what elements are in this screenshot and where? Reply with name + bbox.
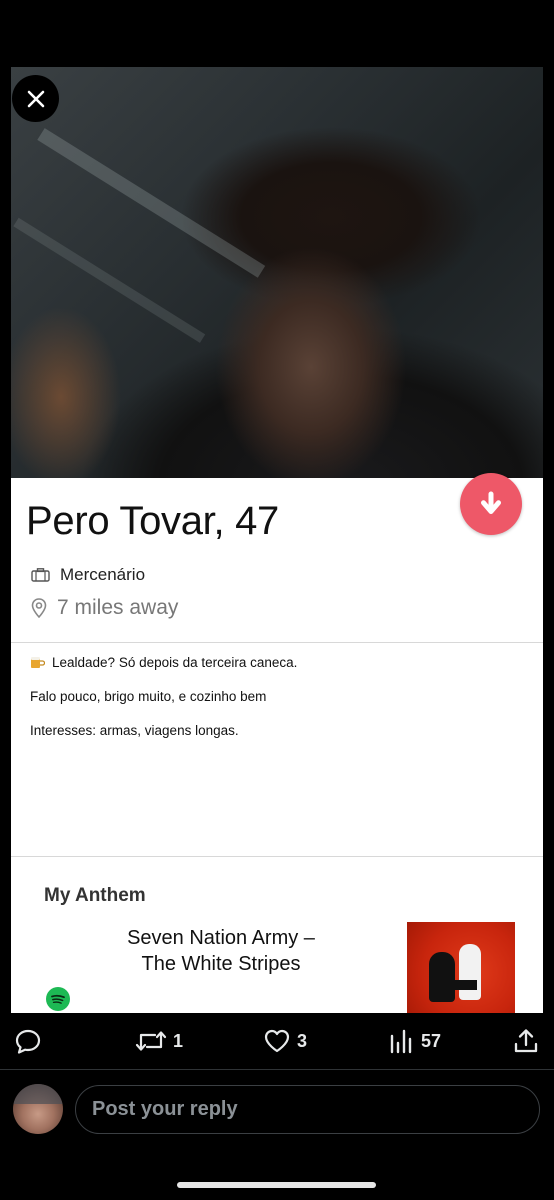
views-button[interactable]: 57 xyxy=(389,1027,441,1055)
job-label: Mercenário xyxy=(60,565,146,584)
song-title: Seven Nation Army – xyxy=(127,927,315,949)
repost-count: 1 xyxy=(173,1030,184,1051)
album-cover xyxy=(407,922,515,1013)
song-artist: The White Stripes xyxy=(141,953,301,975)
bio-line: Falo pouco, brigo muito, e cozinho bem xyxy=(30,689,266,704)
expand-down-button[interactable] xyxy=(460,473,522,535)
profile-card-image: Pero Tovar, 47 Mercenário 7 miles away L… xyxy=(11,67,543,1013)
location-pin-icon xyxy=(31,598,47,618)
repost-icon xyxy=(135,1031,167,1051)
share-button[interactable] xyxy=(512,1027,540,1055)
divider xyxy=(11,856,543,857)
like-button[interactable]: 3 xyxy=(263,1027,307,1055)
spotify-icon xyxy=(46,987,70,1011)
anthem-song: Seven Nation Army – The White Stripes xyxy=(99,925,343,977)
reply-input[interactable]: Post your reply xyxy=(75,1085,540,1134)
profile-name-age: Pero Tovar, 47 xyxy=(26,499,280,543)
divider xyxy=(11,642,543,643)
profile-photo xyxy=(11,67,543,478)
job-row: Mercenário xyxy=(31,565,145,585)
like-count: 3 xyxy=(297,1030,308,1051)
post-action-bar: 1 3 57 xyxy=(0,1027,554,1063)
beer-mug-icon xyxy=(31,657,45,668)
divider xyxy=(0,1069,554,1070)
bio-line-text: Interesses: armas, viagens longas. xyxy=(30,723,239,738)
reply-button[interactable] xyxy=(14,1027,48,1055)
distance-row: 7 miles away xyxy=(31,596,178,620)
briefcase-icon xyxy=(31,568,50,582)
arrow-down-icon xyxy=(481,491,501,514)
heart-icon xyxy=(264,1029,290,1053)
anthem-heading: My Anthem xyxy=(44,885,146,906)
repost-button[interactable]: 1 xyxy=(135,1027,183,1055)
close-button[interactable] xyxy=(12,75,59,122)
bio-line-text: Falo pouco, brigo muito, e cozinho bem xyxy=(30,689,267,704)
reply-bubble-icon xyxy=(15,1029,41,1054)
distance-label: 7 miles away xyxy=(57,596,179,619)
home-indicator[interactable] xyxy=(177,1182,376,1188)
bio-line-text: Lealdade? Só depois da terceira caneca. xyxy=(52,655,298,670)
post-media-viewer: Pero Tovar, 47 Mercenário 7 miles away L… xyxy=(0,0,554,1200)
analytics-bars-icon xyxy=(390,1029,412,1054)
bio-line: Interesses: armas, viagens longas. xyxy=(30,723,239,738)
close-icon xyxy=(27,90,44,107)
share-upload-icon xyxy=(514,1029,538,1053)
views-count: 57 xyxy=(421,1030,442,1051)
bio-line: Lealdade? Só depois da terceira caneca. xyxy=(30,655,297,670)
avatar[interactable] xyxy=(13,1084,63,1134)
